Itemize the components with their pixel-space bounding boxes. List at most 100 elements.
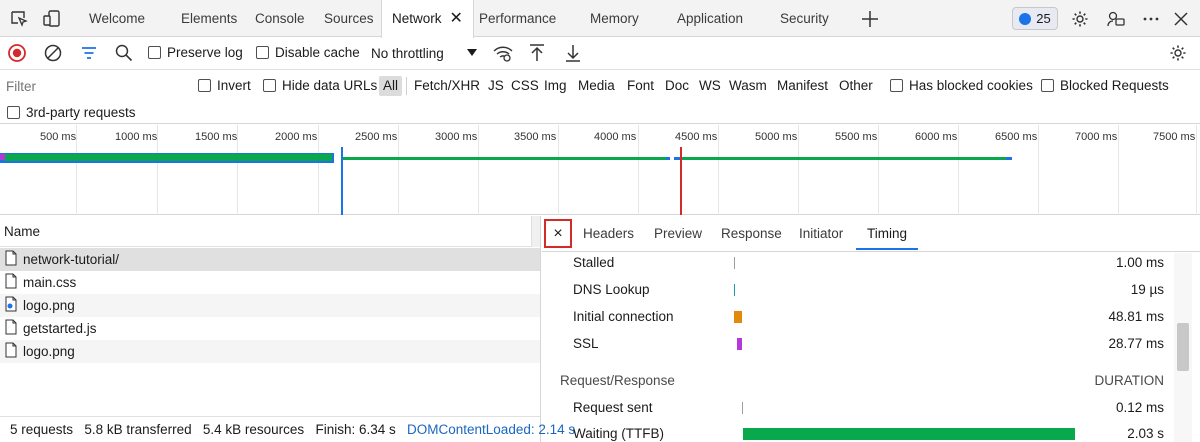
- tab-network-label: Network: [392, 11, 442, 26]
- grid-line: [638, 125, 639, 215]
- type-filter-wasm[interactable]: Wasm: [729, 76, 767, 96]
- scrollbar[interactable]: [531, 216, 540, 247]
- type-filter-img[interactable]: Img: [544, 76, 567, 96]
- tab-console[interactable]: Console: [255, 0, 305, 37]
- type-filter-ws[interactable]: WS: [699, 76, 721, 96]
- settings-gear-icon[interactable]: [1070, 9, 1090, 29]
- filter-icon[interactable]: [79, 43, 99, 63]
- type-filter-js[interactable]: JS: [488, 76, 504, 96]
- request-name: main.css: [23, 275, 77, 290]
- has-blocked-cookies-checkbox[interactable]: Has blocked cookies: [890, 78, 1033, 93]
- import-har-icon[interactable]: [527, 43, 547, 63]
- request-row[interactable]: logo.png: [0, 294, 540, 317]
- request-detail-panel: × Headers Preview Response Initiator Tim…: [542, 216, 1200, 442]
- tab-elements[interactable]: Elements: [181, 0, 237, 37]
- tab-preview[interactable]: Preview: [654, 216, 702, 252]
- blocked-requests-label: Blocked Requests: [1060, 78, 1169, 93]
- type-filter-other[interactable]: Other: [839, 76, 873, 96]
- close-detail-button[interactable]: ×: [544, 219, 572, 248]
- type-filter-fetch-xhr[interactable]: Fetch/XHR: [414, 76, 480, 96]
- close-devtools-icon[interactable]: [1171, 9, 1191, 29]
- timing-label: Stalled: [573, 255, 615, 270]
- request-row[interactable]: getstarted.js: [0, 317, 540, 340]
- issues-badge[interactable]: 25: [1012, 7, 1058, 30]
- third-party-checkbox[interactable]: 3rd-party requests: [7, 105, 136, 120]
- grid-line: [878, 125, 879, 215]
- tick-label: 1000 ms: [115, 131, 158, 143]
- preserve-log-label: Preserve log: [167, 45, 243, 60]
- type-filter-all[interactable]: All: [379, 76, 403, 96]
- image-file-icon: [5, 296, 17, 315]
- blocked-requests-checkbox[interactable]: Blocked Requests: [1041, 78, 1169, 93]
- hide-data-urls-checkbox[interactable]: Hide data URLs: [263, 78, 377, 93]
- hide-data-urls-box[interactable]: [263, 79, 276, 92]
- tab-security[interactable]: Security: [780, 0, 829, 37]
- disable-cache-box[interactable]: [256, 46, 269, 59]
- more-tabs-plus-icon[interactable]: [860, 9, 880, 29]
- feedback-icon[interactable]: [1106, 9, 1126, 29]
- tick-label: 5500 ms: [835, 131, 878, 143]
- stylesheet-file-icon: [5, 273, 17, 292]
- type-filter-media[interactable]: Media: [578, 76, 615, 96]
- timing-row-stalled: Stalled 1.00 ms: [542, 251, 1172, 277]
- tab-network[interactable]: Network ✕: [381, 0, 474, 38]
- chevron-down-icon: [467, 49, 477, 56]
- has-blocked-cookies-box[interactable]: [890, 79, 903, 92]
- tick-label: 7000 ms: [1075, 131, 1118, 143]
- preserve-log-box[interactable]: [148, 46, 161, 59]
- tab-response[interactable]: Response: [721, 216, 782, 252]
- tab-performance[interactable]: Performance: [479, 0, 556, 37]
- blocked-requests-box[interactable]: [1041, 79, 1054, 92]
- network-conditions-icon[interactable]: [492, 43, 514, 63]
- tab-sources[interactable]: Sources: [324, 0, 374, 37]
- invert-box[interactable]: [198, 79, 211, 92]
- type-filter-font[interactable]: Font: [627, 76, 654, 96]
- issues-count: 25: [1036, 11, 1051, 26]
- timing-label: Initial connection: [573, 309, 674, 324]
- more-options-icon[interactable]: [1141, 9, 1161, 29]
- grid-line: [958, 125, 959, 215]
- scrollbar-thumb[interactable]: [1177, 323, 1189, 371]
- dom-content-loaded-marker: [341, 147, 343, 215]
- invert-checkbox[interactable]: Invert: [198, 78, 251, 93]
- tab-timing[interactable]: Timing: [856, 216, 919, 250]
- tab-memory[interactable]: Memory: [590, 0, 639, 37]
- tab-welcome[interactable]: Welcome: [89, 0, 145, 37]
- grid-line: [558, 125, 559, 215]
- request-response-section-header: Request/Response DURATION: [542, 369, 1172, 393]
- clear-icon[interactable]: [43, 43, 63, 63]
- type-filter-doc[interactable]: Doc: [665, 76, 689, 96]
- filter-input[interactable]: [0, 75, 184, 97]
- timing-label: SSL: [573, 336, 599, 351]
- summary-finish: Finish: 6.34 s: [315, 422, 396, 437]
- type-filter-css[interactable]: CSS: [511, 76, 539, 96]
- preserve-log-checkbox[interactable]: Preserve log: [148, 45, 243, 60]
- inspect-element-icon[interactable]: [9, 9, 29, 29]
- type-filter-manifest[interactable]: Manifest: [777, 76, 828, 96]
- summary-transferred: 5.8 kB transferred: [84, 422, 192, 437]
- tab-headers[interactable]: Headers: [583, 216, 634, 252]
- request-row[interactable]: main.css: [0, 271, 540, 294]
- network-settings-gear-icon[interactable]: [1168, 43, 1188, 63]
- tick-label: 2000 ms: [275, 131, 318, 143]
- search-icon[interactable]: [114, 43, 134, 63]
- overview-request-bar: [680, 157, 1006, 160]
- close-tab-icon[interactable]: ✕: [450, 0, 463, 37]
- filter-bar: Invert Hide data URLs All Fetch/XHR JS C…: [0, 70, 1200, 124]
- name-column-header[interactable]: Name: [0, 216, 540, 247]
- tab-initiator[interactable]: Initiator: [799, 216, 843, 252]
- overview-timeline[interactable]: 500 ms 1000 ms 1500 ms 2000 ms 2500 ms 3…: [0, 125, 1200, 215]
- throttling-select[interactable]: No throttling: [367, 42, 479, 65]
- third-party-box[interactable]: [7, 106, 20, 119]
- request-row[interactable]: logo.png: [0, 340, 540, 363]
- device-emulation-icon[interactable]: [42, 9, 62, 29]
- tick-label: 7500 ms: [1153, 131, 1196, 143]
- close-icon: ×: [553, 224, 563, 242]
- request-row[interactable]: network-tutorial/: [0, 248, 540, 271]
- tab-application[interactable]: Application: [677, 0, 743, 37]
- record-stop-icon[interactable]: [7, 43, 27, 63]
- disable-cache-checkbox[interactable]: Disable cache: [256, 45, 360, 60]
- scrollbar[interactable]: [1174, 253, 1192, 442]
- export-har-icon[interactable]: [563, 43, 583, 63]
- hide-data-urls-label: Hide data URLs: [282, 78, 378, 93]
